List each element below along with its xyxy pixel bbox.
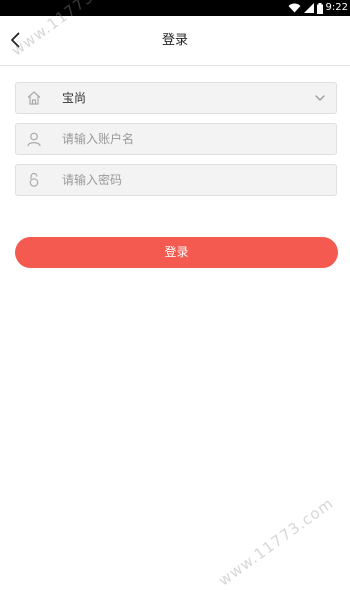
user-icon	[27, 132, 41, 147]
wifi-icon	[288, 3, 301, 13]
username-input[interactable]	[62, 124, 322, 154]
home-icon	[27, 91, 41, 105]
password-field[interactable]	[15, 164, 337, 196]
username-field[interactable]	[15, 123, 337, 155]
store-select[interactable]: 宝尚	[15, 82, 337, 114]
lock-icon	[29, 172, 39, 187]
store-select-value: 宝尚	[62, 91, 87, 105]
password-input[interactable]	[62, 165, 322, 195]
status-time: 9:22	[325, 2, 348, 13]
chevron-down-icon	[315, 95, 325, 101]
watermark: www.11773.com	[215, 494, 337, 590]
signal-icon	[303, 3, 314, 13]
battery-icon	[316, 2, 323, 14]
status-icons: 9:22	[288, 1, 348, 15]
login-button[interactable]: 登录	[15, 237, 338, 268]
